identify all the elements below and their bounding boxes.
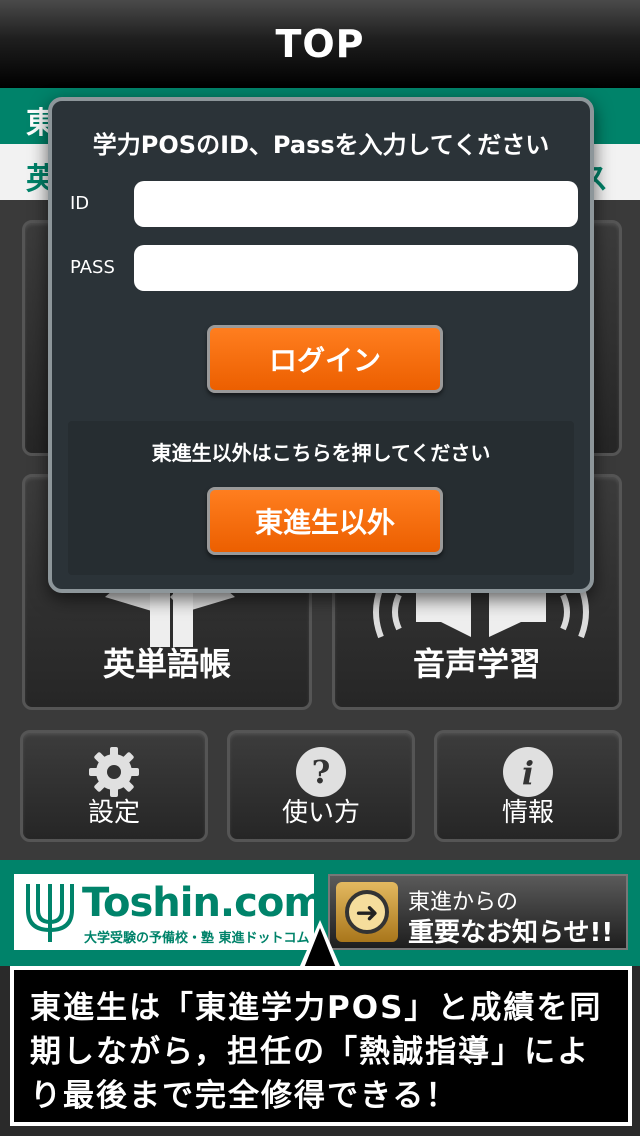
toshin-logo-text: Toshin.com — [82, 880, 325, 926]
id-label: ID — [70, 193, 90, 214]
info-button[interactable]: i 情報 — [434, 730, 622, 842]
login-button[interactable]: ログイン — [207, 325, 443, 393]
login-dialog: 学力POSのID、Passを入力してください ID PASS ログイン 東進生以… — [48, 97, 594, 593]
toshin-tagline: 大学受験の予備校・塾 東進ドットコム — [84, 931, 310, 946]
question-icon: ? — [296, 747, 346, 797]
info-label: 情報 — [501, 798, 554, 828]
pass-input[interactable] — [134, 245, 578, 291]
svg-text:i: i — [522, 754, 534, 792]
toshin-logo — [26, 884, 74, 942]
info-icon: i — [503, 747, 553, 797]
guest-prompt: 東進生以外はこちらを押してください — [151, 441, 491, 465]
how-to-use-button[interactable]: ? 使い方 — [227, 730, 415, 842]
promo-caption: 東進生は「東進学力POS」と成績を同期しながら，担任の「熱誠指導」により最後まで… — [10, 966, 632, 1126]
settings-button[interactable]: 設定 — [20, 730, 208, 842]
guest-button[interactable]: 東進生以外 — [207, 487, 443, 555]
pass-label: PASS — [70, 257, 115, 278]
nav-bar: TOP — [0, 0, 640, 88]
settings-label: 設定 — [87, 798, 140, 828]
page-title: TOP — [275, 22, 365, 66]
svg-text:?: ? — [312, 753, 331, 791]
important-notice-button[interactable]: ➜ 東進からの 重要なお知らせ!! — [328, 874, 628, 950]
vocab-book-label: 英単語帳 — [102, 645, 231, 683]
audio-learning-label: 音声学習 — [412, 645, 541, 683]
id-input[interactable] — [134, 181, 578, 227]
login-dialog-title: 学力POSのID、Passを入力してください — [92, 131, 550, 159]
promo-caption-text: 東進生は「東進学力POS」と成績を同期しながら，担任の「熱誠指導」により最後まで… — [30, 990, 603, 1114]
arrow-right-icon: ➜ — [336, 882, 398, 942]
how-to-use-label: 使い方 — [281, 798, 360, 828]
gear-icon — [89, 747, 139, 797]
toshin-banner[interactable]: Toshin.com 大学受験の予備校・塾 東進ドットコム — [14, 874, 325, 950]
notice-line2: 重要なお知らせ!! — [408, 918, 614, 948]
